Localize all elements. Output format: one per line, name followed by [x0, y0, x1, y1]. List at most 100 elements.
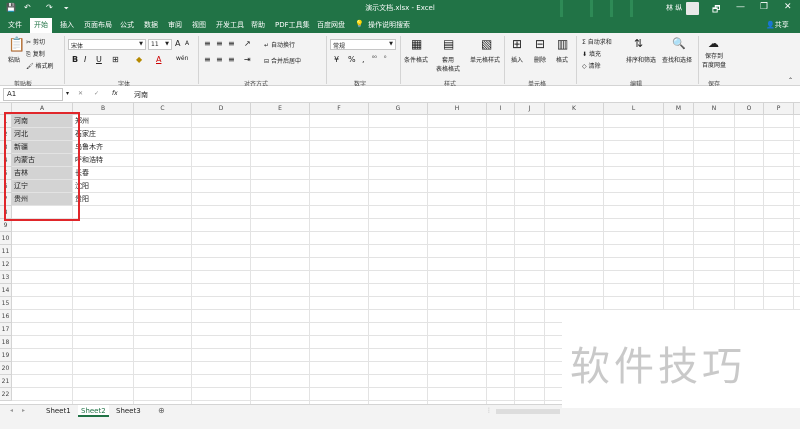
find-select-icon[interactable]: 🔍 [672, 37, 686, 50]
clear-button[interactable]: ◇ 清除 [582, 61, 601, 70]
add-sheet-icon[interactable]: ⊕ [158, 406, 165, 415]
paste-icon[interactable]: 📋 [8, 37, 25, 53]
save-to-netdisk-button[interactable]: 保存到 百度网盘 [702, 51, 726, 69]
row-header[interactable]: 22 [0, 388, 12, 401]
column-header[interactable]: I [487, 103, 515, 115]
column-header[interactable]: P [764, 103, 794, 115]
phonetic-button[interactable]: wén [176, 55, 188, 62]
close-icon[interactable]: ✕ [784, 2, 792, 12]
minimize-icon[interactable]: — [736, 2, 745, 12]
horizontal-scrollbar[interactable] [496, 409, 560, 414]
name-box-dropdown-icon[interactable]: ▾ [66, 90, 69, 97]
conditional-format-icon[interactable]: ▦ [411, 37, 422, 51]
orientation-icon[interactable]: ↗ [244, 39, 251, 48]
column-header[interactable]: D [192, 103, 251, 115]
scroll-sheets-left-icon[interactable]: ◂ [10, 407, 13, 414]
row-header[interactable]: 14 [0, 284, 12, 297]
cell-b5[interactable]: 长春 [73, 167, 134, 180]
sheet-bar-options-icon[interactable]: ⋮ [486, 407, 492, 414]
row-header[interactable]: 17 [0, 323, 12, 336]
column-header[interactable]: B [73, 103, 134, 115]
column-header[interactable]: E [251, 103, 310, 115]
sheet-tab-3[interactable]: Sheet3 [113, 405, 144, 417]
cell-b7[interactable]: 贵阳 [73, 193, 134, 206]
column-header[interactable]: J [515, 103, 545, 115]
formula-input[interactable]: 河南 [134, 90, 148, 100]
autosum-button[interactable]: Σ 自动求和 [582, 37, 612, 46]
cell-b4[interactable]: 呼和浩特 [73, 154, 134, 167]
delete-cells-button[interactable]: 删除 [534, 55, 546, 64]
sheet-tab-2[interactable]: Sheet2 [78, 405, 109, 417]
increase-decimal-icon[interactable]: ⁰⁰ [372, 55, 377, 62]
percent-button[interactable]: % [348, 55, 356, 64]
column-header[interactable]: G [369, 103, 428, 115]
name-box[interactable]: A1 [3, 88, 63, 101]
column-header[interactable]: C [134, 103, 192, 115]
paste-button[interactable]: 粘贴 [8, 55, 20, 64]
top-align-icon[interactable]: ≡ [204, 39, 211, 48]
cancel-edit-icon[interactable]: ✕ [78, 90, 83, 97]
tell-me-search[interactable]: 操作说明搜索 [368, 20, 410, 30]
column-header[interactable]: M [664, 103, 694, 115]
cell-b3[interactable]: 乌鲁木齐 [73, 141, 134, 154]
share-button[interactable]: 👤共享 [766, 20, 789, 30]
row-header[interactable]: 15 [0, 297, 12, 310]
indent-icon[interactable]: ⇥ [244, 55, 251, 64]
fill-button[interactable]: ⬇ 填充 [582, 49, 601, 58]
bottom-align-icon[interactable]: ≡ [228, 39, 235, 48]
tab-insert[interactable]: 插入 [60, 20, 74, 30]
tab-page-layout[interactable]: 页面布局 [84, 20, 112, 30]
bold-button[interactable]: B [72, 55, 78, 64]
cell-styles-button[interactable]: 单元格样式 [470, 55, 500, 64]
format-cells-icon[interactable]: ▥ [557, 37, 568, 51]
shrink-font-button[interactable]: A [185, 40, 189, 47]
column-header[interactable]: H [428, 103, 487, 115]
merge-center-button[interactable]: ⊟ 合并后居中 [264, 56, 301, 65]
cut-button[interactable]: ✂ 剪切 [26, 37, 45, 46]
column-header[interactable]: L [604, 103, 664, 115]
conditional-format-button[interactable]: 条件格式 [404, 55, 428, 64]
number-format-select[interactable]: 常规 ▼ [330, 39, 396, 50]
grow-font-button[interactable]: A [175, 39, 180, 48]
copy-button[interactable]: ⎘ 复制 [26, 49, 45, 59]
format-as-table-icon[interactable]: ▤ [443, 37, 454, 51]
column-header[interactable]: Q [794, 103, 800, 115]
middle-align-icon[interactable]: ≡ [216, 39, 223, 48]
row-header[interactable]: 11 [0, 245, 12, 258]
font-color-button[interactable]: A [156, 55, 161, 64]
column-header[interactable]: K [545, 103, 604, 115]
italic-button[interactable]: I [84, 55, 86, 64]
cell-b1[interactable]: 郑州 [73, 115, 134, 128]
collapse-ribbon-icon[interactable]: ⌃ [788, 77, 793, 84]
column-header[interactable]: N [694, 103, 735, 115]
confirm-edit-icon[interactable]: ✓ [94, 90, 99, 97]
row-header[interactable]: 16 [0, 310, 12, 323]
tab-home[interactable]: 开始 [30, 18, 52, 33]
user-name[interactable]: 林 纵 [666, 3, 682, 13]
borders-icon[interactable]: ⊞ [112, 55, 119, 64]
insert-cells-button[interactable]: 插入 [511, 55, 523, 64]
tab-review[interactable]: 审阅 [168, 20, 182, 30]
sheet-tab-1[interactable]: Sheet1 [43, 405, 74, 417]
tab-file[interactable]: 文件 [8, 20, 22, 30]
row-header[interactable]: 20 [0, 362, 12, 375]
format-as-table-button[interactable]: 套用 表格格式 [436, 55, 460, 73]
delete-cells-icon[interactable]: ⊟ [535, 37, 545, 51]
insert-cells-icon[interactable]: ⊞ [512, 37, 522, 51]
tab-help[interactable]: 帮助 [251, 20, 265, 30]
fill-color-icon[interactable]: ◆ [136, 55, 142, 64]
row-header[interactable]: 10 [0, 232, 12, 245]
row-header[interactable]: 13 [0, 271, 12, 284]
align-right-icon[interactable]: ≡ [228, 55, 235, 64]
row-header[interactable]: 18 [0, 336, 12, 349]
font-name-select[interactable]: 宋体 ▼ [68, 39, 146, 50]
decrease-decimal-icon[interactable]: ⁰ [384, 55, 386, 62]
ribbon-display-options-icon[interactable]: 🗗 [712, 2, 720, 18]
row-header[interactable]: 12 [0, 258, 12, 271]
format-painter-button[interactable]: 🖌 格式刷 [26, 61, 54, 70]
maximize-icon[interactable]: ❐ [760, 2, 768, 12]
cell-b6[interactable]: 沈阳 [73, 180, 134, 193]
row-header[interactable]: 21 [0, 375, 12, 388]
find-select-button[interactable]: 查找和选择 [662, 55, 692, 64]
currency-icon[interactable]: ¥ [334, 55, 339, 64]
